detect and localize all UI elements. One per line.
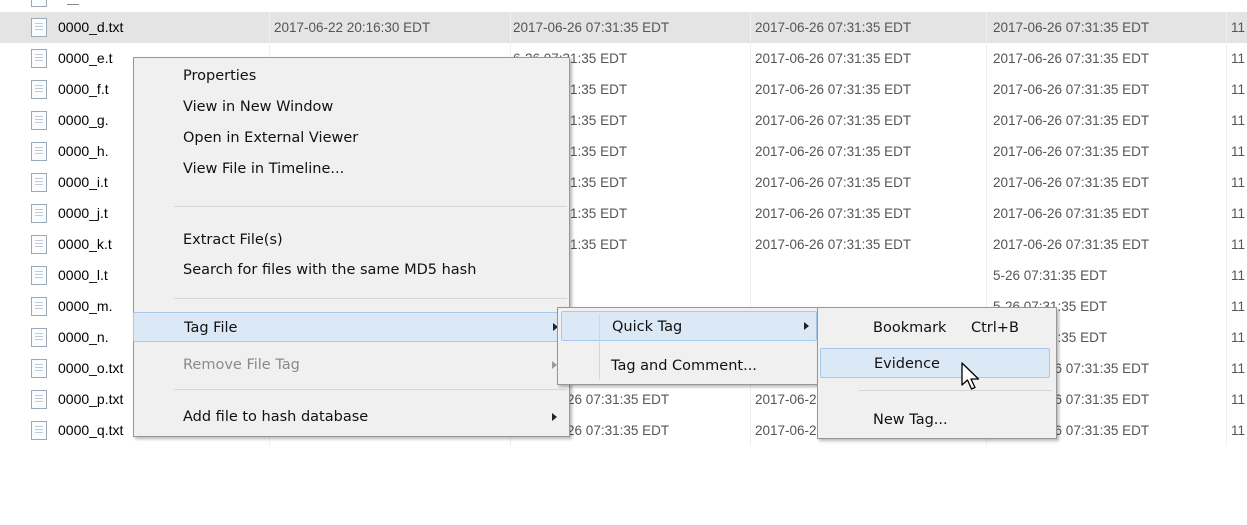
value-cell: 11 — [1231, 51, 1246, 66]
menu-item-search-same-md5[interactable]: Search for files with the same MD5 hash — [136, 255, 614, 285]
value-cell: 11 — [1231, 20, 1246, 35]
date-cell: 2017-06-22 20:16:30 EDT — [270, 12, 511, 43]
menu-item-label: Tag File — [184, 320, 238, 336]
value-cell: 11 — [1231, 113, 1246, 128]
date-cell: 2017-06-26 07:31:35 EDT — [751, 74, 987, 105]
date-cell: 2017-06-26 07:31:35 EDT — [751, 43, 987, 74]
menu-item-evidence[interactable]: Evidence — [820, 348, 1050, 378]
date-cell — [751, 260, 987, 291]
date-cell: 2017-06-26 07:31:35 EDT — [751, 167, 987, 198]
bookmark-shortcut: Ctrl+B — [971, 320, 1019, 336]
date-cell: 2017-06-26 07:31:35 EDT — [987, 43, 1227, 74]
date-cell: 2017-06-26 07:31:35 EDT — [987, 12, 1227, 43]
date-cell: 2017-06-26 07:31:35 EDT — [987, 105, 1227, 136]
date-cell: 2017-06-26 07:31:35 EDT — [987, 167, 1227, 198]
text-file-icon — [31, 0, 47, 7]
value-cell: 11 — [1231, 175, 1246, 190]
menu-item-add-to-hash-database[interactable]: Add file to hash database — [136, 402, 614, 432]
menu-separator — [859, 390, 1052, 391]
tag-file-submenu: Quick Tag Tag and Comment... — [557, 307, 821, 385]
menu-item-open-in-external-viewer[interactable]: Open in External Viewer — [136, 123, 614, 153]
date-cell: 2017-06-26 07:31:35 EDT — [751, 105, 987, 136]
menu-separator — [174, 389, 567, 390]
truncated-filename — [67, 4, 79, 5]
date-cell: 5-26 07:31:35 EDT — [987, 260, 1227, 291]
date-cell: 2017-06-26 07:31:35 EDT — [987, 136, 1227, 167]
menu-item-tag-file[interactable]: Tag File — [133, 312, 569, 342]
value-cell: 11 — [1231, 206, 1246, 221]
chevron-right-icon — [552, 413, 557, 421]
menu-separator — [174, 206, 567, 207]
mouse-pointer-icon — [961, 362, 980, 390]
menu-item-label: Quick Tag — [612, 319, 683, 335]
value-cell: 11 — [1231, 299, 1246, 314]
quick-tag-submenu: Bookmark Ctrl+B Evidence New Tag... — [817, 307, 1057, 439]
date-cell: 2017-06-26 07:31:35 EDT — [987, 198, 1227, 229]
date-cell: 2017-06-26 07:31:35 EDT — [987, 74, 1227, 105]
menu-item-new-tag[interactable]: New Tag... — [820, 405, 1107, 435]
date-cell: 2017-06-26 07:31:35 EDT — [987, 229, 1227, 260]
date-cell: 2017-06-26 07:31:35 EDT — [511, 12, 751, 43]
menu-item-view-file-in-timeline[interactable]: View File in Timeline... — [136, 154, 614, 184]
value-cell: 11 — [1231, 144, 1246, 159]
menu-item-properties[interactable]: Properties — [136, 61, 614, 91]
menu-item-label: Remove File Tag — [183, 357, 300, 373]
value-cell: 11 — [1231, 237, 1246, 252]
file-name-cell: 0000_d.txt — [30, 12, 270, 43]
chevron-right-icon — [804, 322, 809, 330]
menu-item-bookmark[interactable]: Bookmark — [820, 313, 1107, 343]
value-cell: 11 — [1231, 423, 1246, 438]
menu-item-extract-files[interactable]: Extract File(s) — [136, 225, 614, 255]
value-cell: 11 — [1231, 330, 1246, 345]
value-cell: 11 — [1231, 82, 1246, 97]
date-cell: 2017-06-26 07:31:35 EDT — [751, 198, 987, 229]
value-cell: 11 — [1231, 392, 1246, 407]
date-cell: 2017-06-26 07:31:35 EDT — [751, 12, 987, 43]
table-row[interactable]: 0000_d.txt 2017-06-22 20:16:30 EDT 2017-06… — [0, 12, 1247, 43]
menu-divider — [599, 314, 600, 380]
value-cell: 11 — [1231, 361, 1246, 376]
context-menu: Properties View in New Window Open in Ex… — [133, 57, 570, 437]
date-cell: 2017-06-26 07:31:35 EDT — [751, 229, 987, 260]
menu-item-label: Add file to hash database — [183, 409, 369, 425]
menu-item-remove-file-tag[interactable]: Remove File Tag — [136, 350, 614, 380]
menu-item-view-in-new-window[interactable]: View in New Window — [136, 92, 614, 122]
value-cell: 11 — [1231, 268, 1246, 283]
date-cell: 2017-06-26 07:31:35 EDT — [751, 136, 987, 167]
menu-separator — [174, 298, 567, 299]
table-row-partial[interactable] — [0, 0, 1247, 12]
